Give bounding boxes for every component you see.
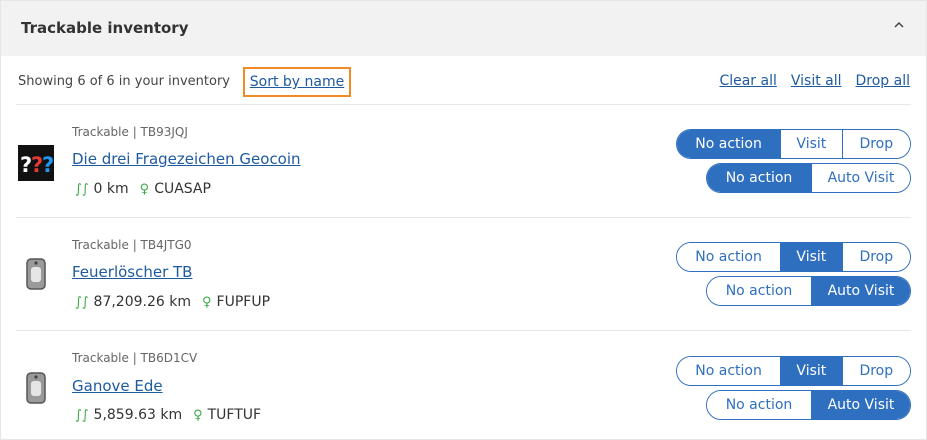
trackable-stats: ∫∫ 0 km ♀ CUASAP <box>75 181 211 197</box>
distance-icon: ∫∫ <box>75 407 89 423</box>
action-selector: No action Visit Drop <box>676 129 911 159</box>
visit-option[interactable]: Visit <box>780 357 842 385</box>
distance-icon: ∫∫ <box>75 181 89 197</box>
trackable-stats: ∫∫ 5,859.63 km ♀ TUFTUF <box>75 407 261 423</box>
drop-all-link[interactable]: Drop all <box>856 73 911 89</box>
owner-pin-icon: ♀ <box>193 407 203 423</box>
trackable-row: Trackable | TB4JTG0 Feuerlöscher TB ∫∫ 8… <box>1 218 926 331</box>
no-auto-action-option[interactable]: No action <box>707 164 811 192</box>
bulk-actions: Clear all Visit all Drop all <box>719 73 910 89</box>
no-action-option[interactable]: No action <box>677 130 781 158</box>
auto-action-selector: No action Auto Visit <box>706 390 911 420</box>
trackable-meta: Trackable | TB6D1CV <box>72 351 198 365</box>
auto-action-selector: No action Auto Visit <box>706 163 911 193</box>
trackable-meta: Trackable | TB4JTG0 <box>72 238 192 252</box>
trackable-distance: 0 km <box>93 181 129 197</box>
auto-visit-option[interactable]: Auto Visit <box>810 391 910 419</box>
visit-option[interactable]: Visit <box>780 243 842 271</box>
trackable-owner: TUFTUF <box>207 407 262 423</box>
trackable-name-link[interactable]: Feuerlöscher TB <box>72 263 192 281</box>
auto-visit-option[interactable]: Auto Visit <box>810 164 910 192</box>
travel-bug-tag-icon <box>26 258 46 290</box>
trackable-name-link[interactable]: Die drei Fragezeichen Geocoin <box>72 150 301 168</box>
no-auto-action-option[interactable]: No action <box>707 277 811 305</box>
visit-option[interactable]: Visit <box>780 130 842 158</box>
clear-all-link[interactable]: Clear all <box>719 73 776 89</box>
svg-text:?: ? <box>42 153 54 177</box>
drop-option[interactable]: Drop <box>841 130 910 158</box>
trackable-distance: 87,209.26 km <box>93 294 191 310</box>
travel-bug-tag-icon <box>26 372 46 404</box>
trackable-owner: CUASAP <box>154 181 211 197</box>
auto-action-selector: No action Auto Visit <box>706 276 911 306</box>
inventory-summary: Showing 6 of 6 in your inventory <box>18 74 230 89</box>
trackable-owner: FUPFUP <box>216 294 271 310</box>
no-action-option[interactable]: No action <box>677 357 781 385</box>
chevron-up-icon[interactable] <box>892 18 906 32</box>
distance-icon: ∫∫ <box>75 294 89 310</box>
action-selector: No action Visit Drop <box>676 242 911 272</box>
no-action-option[interactable]: No action <box>677 243 781 271</box>
drop-option[interactable]: Drop <box>841 357 910 385</box>
trackable-inventory-panel: Trackable inventory Showing 6 of 6 in yo… <box>0 0 927 440</box>
visit-all-link[interactable]: Visit all <box>791 73 842 89</box>
panel-header[interactable]: Trackable inventory <box>1 1 926 56</box>
trackable-row: ? ? ? Trackable | TB93JQJ Die drei Frage… <box>1 105 926 218</box>
trackable-distance: 5,859.63 km <box>93 407 183 423</box>
owner-pin-icon: ♀ <box>202 294 212 310</box>
no-auto-action-option[interactable]: No action <box>707 391 811 419</box>
auto-visit-option[interactable]: Auto Visit <box>810 277 910 305</box>
action-selector: No action Visit Drop <box>676 356 911 386</box>
trackable-name-link[interactable]: Ganove Ede <box>72 377 163 395</box>
drop-option[interactable]: Drop <box>841 243 910 271</box>
trackable-row: Trackable | TB6D1CV Ganove Ede ∫∫ 5,859.… <box>1 331 926 440</box>
panel-title: Trackable inventory <box>21 19 189 37</box>
sort-by-name-link[interactable]: Sort by name <box>243 67 351 97</box>
question-marks-logo-icon: ? ? ? <box>18 145 54 181</box>
trackable-stats: ∫∫ 87,209.26 km ♀ FUPFUP <box>75 294 270 310</box>
owner-pin-icon: ♀ <box>139 181 150 197</box>
trackable-meta: Trackable | TB93JQJ <box>72 125 188 139</box>
